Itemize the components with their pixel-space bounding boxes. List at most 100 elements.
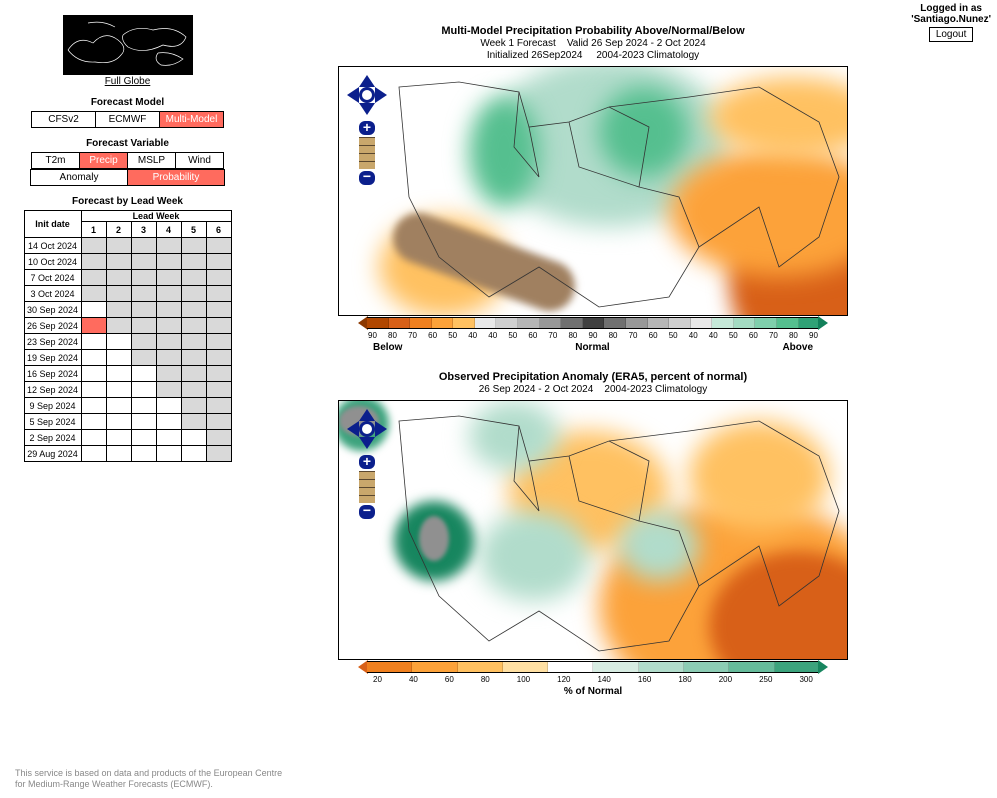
zoom-slot[interactable] [359, 137, 375, 145]
lead-cell[interactable] [156, 430, 181, 446]
lead-cell[interactable] [131, 238, 156, 254]
lead-cell[interactable] [181, 382, 206, 398]
pan-down-icon[interactable] [359, 103, 375, 115]
lead-cell[interactable] [206, 270, 231, 286]
lead-cell[interactable] [131, 302, 156, 318]
pan-down-icon[interactable] [359, 437, 375, 449]
variable-option-wind[interactable]: Wind [175, 152, 224, 169]
lead-cell[interactable] [106, 398, 131, 414]
lead-cell[interactable] [156, 238, 181, 254]
zoom-slot[interactable] [359, 153, 375, 161]
lead-cell[interactable] [206, 446, 231, 462]
lead-cell[interactable] [206, 414, 231, 430]
lead-cell[interactable] [131, 366, 156, 382]
lead-cell[interactable] [81, 350, 106, 366]
lead-cell[interactable] [81, 366, 106, 382]
logout-button[interactable]: Logout [929, 27, 974, 42]
lead-cell[interactable] [81, 286, 106, 302]
lead-cell[interactable] [206, 254, 231, 270]
lead-cell[interactable] [131, 286, 156, 302]
pan-right-icon[interactable] [375, 421, 387, 437]
lead-cell[interactable] [131, 254, 156, 270]
zoom-out-icon[interactable]: − [359, 505, 375, 519]
lead-cell[interactable] [131, 398, 156, 414]
lead-cell[interactable] [181, 446, 206, 462]
forecast-map[interactable]: + − [338, 66, 848, 316]
zoom-in-icon[interactable]: + [359, 121, 375, 135]
lead-cell[interactable] [131, 382, 156, 398]
lead-cell[interactable] [106, 254, 131, 270]
pan-up-icon[interactable] [359, 409, 375, 421]
pan-left-icon[interactable] [347, 87, 359, 103]
lead-cell[interactable] [181, 350, 206, 366]
variable-type-anomaly[interactable]: Anomaly [30, 169, 128, 186]
lead-cell[interactable] [206, 318, 231, 334]
lead-cell[interactable] [181, 238, 206, 254]
zoom-slot[interactable] [359, 471, 375, 479]
lead-cell[interactable] [181, 366, 206, 382]
lead-cell[interactable] [106, 270, 131, 286]
lead-cell[interactable] [81, 414, 106, 430]
lead-cell[interactable] [81, 254, 106, 270]
lead-cell[interactable] [106, 414, 131, 430]
pan-center-icon[interactable] [359, 87, 375, 103]
lead-cell[interactable] [156, 302, 181, 318]
lead-cell[interactable] [181, 318, 206, 334]
lead-cell[interactable] [131, 446, 156, 462]
lead-cell[interactable] [206, 334, 231, 350]
lead-cell[interactable] [206, 286, 231, 302]
lead-cell[interactable] [206, 398, 231, 414]
lead-cell[interactable] [131, 414, 156, 430]
lead-cell[interactable] [206, 430, 231, 446]
observed-map[interactable]: + − [338, 400, 848, 660]
lead-cell[interactable] [181, 430, 206, 446]
lead-cell[interactable] [106, 334, 131, 350]
variable-option-mslp[interactable]: MSLP [127, 152, 176, 169]
lead-cell[interactable] [156, 414, 181, 430]
lead-cell[interactable] [81, 238, 106, 254]
lead-cell[interactable] [81, 398, 106, 414]
lead-cell[interactable] [206, 302, 231, 318]
pan-left-icon[interactable] [347, 421, 359, 437]
lead-cell[interactable] [156, 382, 181, 398]
zoom-slot[interactable] [359, 487, 375, 495]
lead-cell[interactable] [81, 334, 106, 350]
variable-type-probability[interactable]: Probability [127, 169, 225, 186]
lead-cell[interactable] [181, 254, 206, 270]
pan-right-icon[interactable] [375, 87, 387, 103]
lead-cell[interactable] [81, 318, 106, 334]
variable-option-precip[interactable]: Precip [79, 152, 128, 169]
lead-cell[interactable] [156, 270, 181, 286]
zoom-out-icon[interactable]: − [359, 171, 375, 185]
lead-cell[interactable] [206, 238, 231, 254]
lead-cell[interactable] [106, 350, 131, 366]
lead-cell[interactable] [131, 430, 156, 446]
lead-cell[interactable] [156, 350, 181, 366]
pan-up-icon[interactable] [359, 75, 375, 87]
pan-center-icon[interactable] [359, 421, 375, 437]
lead-cell[interactable] [106, 302, 131, 318]
lead-cell[interactable] [156, 398, 181, 414]
lead-cell[interactable] [106, 446, 131, 462]
globe-thumbnail[interactable] [63, 15, 193, 75]
full-globe-link[interactable]: Full Globe [105, 76, 151, 87]
lead-cell[interactable] [131, 270, 156, 286]
lead-cell[interactable] [106, 286, 131, 302]
lead-cell[interactable] [81, 270, 106, 286]
lead-cell[interactable] [181, 414, 206, 430]
lead-cell[interactable] [181, 398, 206, 414]
lead-cell[interactable] [131, 334, 156, 350]
lead-cell[interactable] [106, 318, 131, 334]
lead-cell[interactable] [181, 270, 206, 286]
lead-cell[interactable] [206, 366, 231, 382]
lead-cell[interactable] [106, 238, 131, 254]
lead-cell[interactable] [81, 302, 106, 318]
lead-cell[interactable] [181, 302, 206, 318]
lead-cell[interactable] [181, 286, 206, 302]
lead-cell[interactable] [106, 382, 131, 398]
zoom-in-icon[interactable]: + [359, 455, 375, 469]
lead-cell[interactable] [131, 350, 156, 366]
lead-cell[interactable] [106, 430, 131, 446]
variable-option-t2m[interactable]: T2m [31, 152, 80, 169]
zoom-slot[interactable] [359, 479, 375, 487]
